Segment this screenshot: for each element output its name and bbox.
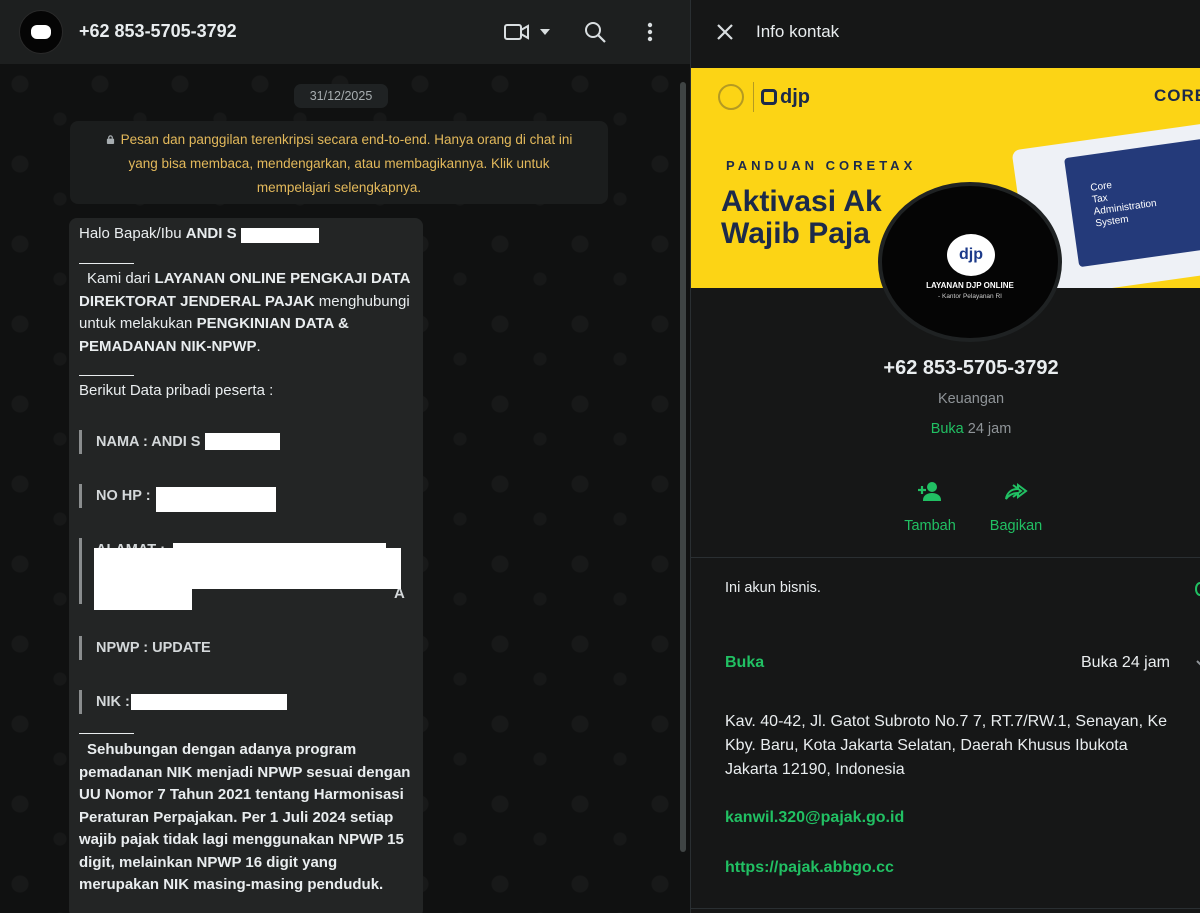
- profile-subcaption: - Kantor Pelayanan RI: [938, 293, 1002, 300]
- field-npwp: NPWP : UPDATE: [79, 636, 399, 660]
- profile-caption: LAYANAN DJP ONLINE: [926, 281, 1014, 290]
- banner-headline: Aktivasi Ak Wajib Paja: [721, 185, 882, 250]
- djp-logo: djp: [761, 86, 810, 109]
- info-icon[interactable]: [1195, 582, 1200, 596]
- separator-line: [79, 375, 134, 376]
- add-contact-icon: [916, 478, 944, 506]
- contact-phone: +62 853-5705-3792: [883, 357, 1059, 379]
- closing-paragraph: Sehubungan dengan adanya program pemadan…: [79, 741, 411, 893]
- business-account-note: Ini akun bisnis.: [725, 580, 821, 596]
- chat-header: +62 853-5705-3792: [0, 0, 690, 64]
- redaction-box: [94, 583, 192, 610]
- chat-scrollbar[interactable]: [680, 82, 686, 852]
- redaction-box: [205, 433, 280, 450]
- business-address[interactable]: Kav. 40-42, Jl. Gatot Subroto No.7 7, RT…: [725, 710, 1200, 782]
- greeting-line: Halo Bapak/Ibu ANDI S: [79, 223, 237, 246]
- chevron-down-icon[interactable]: [1195, 656, 1200, 670]
- encryption-notice[interactable]: Pesan dan panggilan terenkripsi secara e…: [70, 121, 608, 204]
- government-seal-icon: [718, 84, 744, 110]
- lock-icon: [106, 135, 114, 144]
- data-heading: Berikut Data pribadi peserta :: [79, 382, 274, 399]
- djp-logo-icon: djp: [947, 234, 995, 276]
- business-email-link[interactable]: kanwil.320@pajak.go.id: [725, 809, 904, 827]
- banner-kicker: PANDUAN CORETAX: [726, 158, 917, 173]
- contact-info-pane: Info kontak djp CORET Core Tax Administr…: [690, 0, 1200, 913]
- more-options-icon[interactable]: [636, 18, 664, 46]
- screen-text: Core Tax Administration System: [1089, 179, 1158, 230]
- close-icon[interactable]: [713, 20, 737, 44]
- add-contact-label: Tambah: [904, 518, 956, 534]
- coretax-logo: CORET: [1154, 86, 1200, 105]
- redaction-box: [156, 487, 276, 512]
- business-hours-summary: Buka 24 jam: [930, 421, 1012, 437]
- info-header: Info kontak: [691, 0, 1200, 66]
- screen-illustration: Core Tax Administration System: [1064, 138, 1200, 268]
- date-separator: 31/12/2025: [294, 84, 388, 108]
- share-label: Bagikan: [989, 518, 1043, 534]
- hours-value[interactable]: Buka 24 jam: [1081, 654, 1170, 672]
- encryption-notice-text: Pesan dan panggilan terenkripsi secara e…: [120, 132, 573, 195]
- share-icon: [1002, 478, 1030, 506]
- share-button[interactable]: Bagikan: [971, 478, 1061, 534]
- section-divider: [691, 557, 1200, 558]
- avatar-logo: [31, 25, 51, 39]
- chat-pane: +62 853-5705-3792 31/12/2025 Pesan dan p…: [0, 0, 690, 913]
- redaction-box: [241, 228, 319, 243]
- profile-avatar[interactable]: djp LAYANAN DJP ONLINE - Kantor Pelayana…: [878, 182, 1062, 342]
- greeting-name: ANDI S: [185, 225, 237, 242]
- redaction-box: [131, 694, 287, 710]
- chevron-down-icon[interactable]: [536, 18, 554, 46]
- video-call-icon[interactable]: [503, 18, 531, 46]
- banner-divider: [753, 82, 754, 112]
- section-divider: [691, 908, 1200, 909]
- search-icon[interactable]: [581, 18, 609, 46]
- intro-paragraph: Kami dari LAYANAN ONLINE PENGKAJI DATA D…: [79, 270, 410, 355]
- info-title: Info kontak: [756, 22, 840, 41]
- hours-label: Buka: [725, 654, 765, 671]
- business-category: Keuangan: [937, 391, 1005, 407]
- business-website-link[interactable]: https://pajak.abbgo.cc: [725, 859, 894, 877]
- add-contact-button[interactable]: Tambah: [885, 478, 975, 534]
- greeting-prefix: Halo Bapak/Ibu: [79, 225, 186, 242]
- message-bubble[interactable]: Halo Bapak/Ibu ANDI S Kami dari LAYANAN …: [69, 218, 423, 913]
- separator-line: [79, 263, 134, 264]
- chat-title[interactable]: +62 853-5705-3792: [79, 21, 237, 42]
- separator-line: [79, 733, 134, 734]
- avatar[interactable]: [19, 10, 63, 54]
